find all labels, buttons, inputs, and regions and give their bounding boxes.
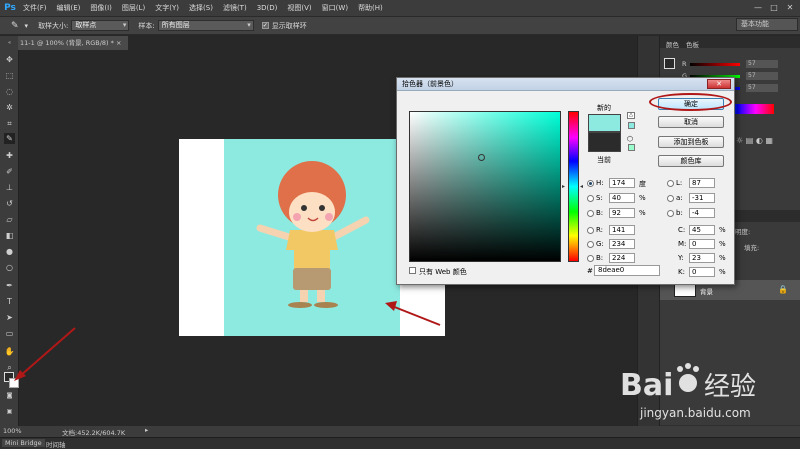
a-radio[interactable] <box>667 195 674 202</box>
watermark-url: jingyan.baidu.com <box>639 406 751 420</box>
arrow-to-canvas <box>391 305 441 326</box>
k-unit: % <box>719 268 726 276</box>
c-unit: % <box>719 226 726 234</box>
tab-color[interactable]: 颜色 <box>666 39 679 49</box>
arrow-to-foreground <box>19 327 76 377</box>
lock-icon: 🔒 <box>778 285 788 294</box>
adjustments-icons[interactable]: ☼ ▤ ◐ ▦ <box>736 136 796 176</box>
blue-label: B: <box>596 254 604 262</box>
color-libraries-button[interactable]: 颜色库 <box>658 155 724 167</box>
status-bar: 100% 文档:452.2K/604.7K ▸ <box>0 426 800 437</box>
zoom-level[interactable]: 100% <box>3 427 22 435</box>
tab-swatches[interactable]: 色板 <box>686 39 699 49</box>
l-field[interactable]: 87 <box>689 178 715 188</box>
k-field[interactable]: 0 <box>689 267 715 277</box>
l-radio[interactable] <box>667 180 674 187</box>
s-label: S: <box>596 194 603 202</box>
k-label: K: <box>678 268 685 276</box>
hex-prefix: # <box>587 267 593 275</box>
c-field[interactable]: 45 <box>689 225 715 235</box>
r-radio[interactable] <box>587 227 594 234</box>
color-picker-marker[interactable] <box>478 154 485 161</box>
b-field[interactable]: 92 <box>609 208 635 218</box>
watermark-brand-suffix: 经验 <box>704 372 756 402</box>
g-radio[interactable] <box>587 241 594 248</box>
blue-field[interactable]: 224 <box>609 253 635 263</box>
h-radio[interactable] <box>587 180 594 187</box>
paw-icon <box>677 363 699 392</box>
status-menu-arrow-icon[interactable]: ▸ <box>145 426 148 434</box>
current-color-swatch[interactable] <box>588 132 621 152</box>
m-label: M: <box>678 240 687 248</box>
b-value[interactable]: 57 <box>746 84 778 92</box>
g-field[interactable]: 234 <box>609 239 635 249</box>
a-field[interactable]: -31 <box>689 193 715 203</box>
web-colors-checkbox[interactable] <box>409 267 416 274</box>
document-info[interactable]: 文档:452.2K/604.7K <box>62 427 125 437</box>
color-panel-header: 颜色 色板 <box>660 36 800 49</box>
saturation-brightness-field[interactable] <box>409 111 561 262</box>
y-label: Y: <box>678 254 684 262</box>
new-color-swatch <box>588 114 621 132</box>
fill-label: 填充: <box>744 244 760 252</box>
tab-mini-bridge[interactable]: Mini Bridge <box>2 439 45 447</box>
blue-radio[interactable] <box>587 255 594 262</box>
hue-slider-left-arrow-icon[interactable]: ▸ <box>562 183 565 190</box>
out-of-gamut-warning-icon[interactable]: △ <box>627 112 635 119</box>
bottom-panel-bar: Mini Bridge 时间轴 <box>0 437 800 449</box>
s-unit: % <box>639 194 646 202</box>
b-unit: % <box>639 209 646 217</box>
s-field[interactable]: 40 <box>609 193 635 203</box>
y-field[interactable]: 23 <box>689 253 715 263</box>
layer-thumbnail <box>674 283 696 297</box>
h-unit: 度 <box>639 180 646 188</box>
r-value[interactable]: 57 <box>746 60 778 68</box>
m-field[interactable]: 0 <box>689 239 715 249</box>
r-field[interactable]: 141 <box>609 225 635 235</box>
b-radio[interactable] <box>587 210 594 217</box>
c-label: C: <box>678 226 686 234</box>
hue-slider-right-arrow-icon[interactable]: ◂ <box>580 183 583 190</box>
add-to-swatches-button[interactable]: 添加到色板 <box>658 136 724 148</box>
y-unit: % <box>719 254 726 262</box>
lab-b-radio[interactable] <box>667 210 674 217</box>
h-field[interactable]: 174 <box>609 178 635 188</box>
web-safe-swatch[interactable] <box>628 144 635 151</box>
arrow-to-canvas-head <box>385 301 397 311</box>
cancel-button[interactable]: 取消 <box>658 116 724 128</box>
m-unit: % <box>719 240 726 248</box>
color-panel-fg-swatch[interactable] <box>664 58 675 69</box>
layer-name[interactable]: 背景 <box>700 286 713 296</box>
h-label: H: <box>596 179 604 187</box>
hue-slider[interactable] <box>568 111 579 262</box>
g-label: G: <box>596 240 604 248</box>
tab-timeline[interactable]: 时间轴 <box>46 439 66 449</box>
lab-b-field[interactable]: -4 <box>689 208 715 218</box>
a-label: a: <box>676 194 683 202</box>
s-radio[interactable] <box>587 195 594 202</box>
ok-button-highlight-ring <box>649 93 732 111</box>
l-label: L: <box>676 179 683 187</box>
dialog-close-button[interactable]: ✕ <box>707 79 731 89</box>
r-channel-label: R <box>682 60 687 68</box>
r-slider[interactable] <box>690 63 740 66</box>
watermark-brand: Bai <box>620 368 673 403</box>
current-color-label: 当前 <box>597 156 611 164</box>
gamut-correction-swatch[interactable] <box>628 122 635 129</box>
web-colors-label: 只有 Web 颜色 <box>419 268 467 276</box>
g-value[interactable]: 57 <box>746 72 778 80</box>
dialog-title: 拾色器（前景色） <box>397 78 734 91</box>
hex-field[interactable]: 8deae0 <box>594 265 660 276</box>
b-label: B: <box>596 209 604 217</box>
web-safe-cube-icon[interactable]: ⬡ <box>627 135 635 143</box>
new-color-label: 新的 <box>597 104 611 112</box>
baidu-jingyan-watermark: Bai 经验 jingyan.baidu.com <box>620 363 756 420</box>
r-label: R: <box>596 226 604 234</box>
lab-b-label: b: <box>676 209 683 217</box>
